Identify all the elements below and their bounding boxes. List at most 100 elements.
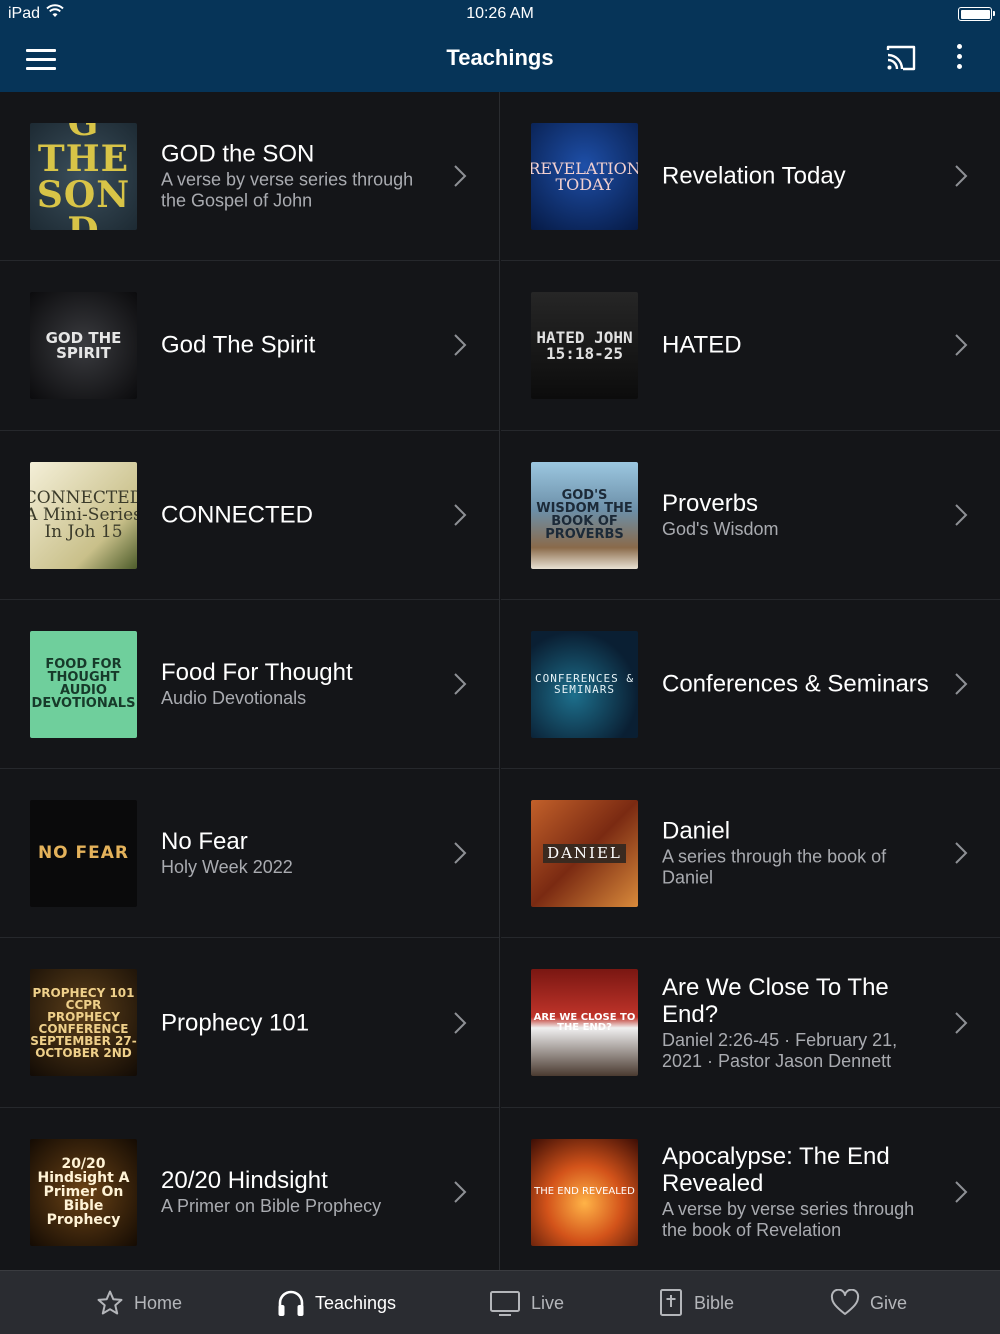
teaching-subtitle: Holy Week 2022 xyxy=(161,857,293,878)
series-artwork: CONNECTED A Mini-Series In Joh 15 xyxy=(30,461,137,569)
teaching-item[interactable]: G THE SON D GOD the SON A verse by verse… xyxy=(0,92,499,262)
teaching-item[interactable]: GOD THE SPIRIT God The Spirit xyxy=(0,261,499,431)
teaching-title: Prophecy 101 xyxy=(161,1009,310,1037)
series-artwork: THE END REVEALED xyxy=(531,1138,638,1246)
teaching-title: CONNECTED xyxy=(161,501,314,529)
teaching-item[interactable]: 20/20 Hindsight A Primer On Bible Prophe… xyxy=(0,1108,499,1278)
teachings-grid: G THE SON D GOD the SON A verse by verse… xyxy=(0,92,1000,1278)
chevron-right-icon xyxy=(955,334,968,357)
tab-bible[interactable]: Bible xyxy=(658,1271,734,1334)
teaching-item[interactable]: CONFERENCES & SEMINARS Conferences & Sem… xyxy=(501,600,1000,770)
series-artwork: GOD'S WISDOM THE BOOK OF PROVERBS xyxy=(531,461,638,569)
status-bar: iPad 10:26 AM xyxy=(0,0,1000,28)
teaching-item[interactable]: FOOD FOR THOUGHT AUDIO DEVOTIONALS Food … xyxy=(0,600,499,770)
chevron-right-icon xyxy=(955,673,968,695)
tab-label: Bible xyxy=(694,1292,735,1313)
artwork-text: GOD THE SPIRIT xyxy=(45,328,122,362)
artwork-text: CONFERENCES & SEMINARS xyxy=(534,672,635,697)
teaching-title: 20/20 Hindsight xyxy=(161,1166,328,1194)
teaching-title: Daniel xyxy=(662,817,731,845)
battery-icon xyxy=(958,7,995,21)
teaching-item[interactable]: DANIEL Daniel A series through the book … xyxy=(501,769,1000,939)
status-time: 10:26 AM xyxy=(466,5,534,22)
artwork-text: CONNECTED A Mini-Series In Joh 15 xyxy=(30,487,137,542)
teaching-subtitle: God's Wisdom xyxy=(662,518,779,539)
tab-label: Give xyxy=(870,1292,908,1313)
chevron-right-icon xyxy=(955,842,968,865)
tab-label: Teachings xyxy=(315,1292,397,1313)
tab-label: Live xyxy=(531,1292,565,1313)
series-artwork: ARE WE CLOSE TO THE END? xyxy=(531,969,638,1077)
teaching-item[interactable]: PROPHECY 101 CCPR PROPHECY CONFERENCE SE… xyxy=(0,938,499,1108)
chevron-right-icon xyxy=(454,673,467,695)
series-artwork: HATED JOHN 15:18-25 xyxy=(531,292,638,400)
chevron-right-icon xyxy=(955,1181,968,1203)
chevron-right-icon xyxy=(955,504,968,526)
chevron-right-icon xyxy=(454,1011,467,1034)
series-artwork: REVELATION TODAY xyxy=(531,123,638,230)
tab-live[interactable]: Live xyxy=(489,1271,564,1334)
artwork-text: NO FEAR xyxy=(37,843,130,864)
tab-give[interactable]: Give xyxy=(830,1271,907,1334)
teaching-subtitle: A series through the book of Daniel xyxy=(662,846,887,888)
artwork-text: ARE WE CLOSE TO THE END? xyxy=(533,1011,636,1033)
teaching-title: God The Spirit xyxy=(161,331,316,359)
artwork-text: DANIEL xyxy=(543,844,626,864)
teaching-item[interactable]: THE END REVEALED Apocalypse: The End Rev… xyxy=(501,1108,1000,1278)
teaching-item[interactable]: REVELATION TODAY Revelation Today xyxy=(501,92,1000,262)
teaching-item[interactable]: ARE WE CLOSE TO THE END? Are We Close To… xyxy=(501,938,1000,1108)
chevron-right-icon xyxy=(955,1011,968,1034)
artwork-text: G THE SON D xyxy=(36,123,131,230)
monitor-icon xyxy=(490,1291,520,1316)
artwork-text: 20/20 Hindsight A Primer On Bible Prophe… xyxy=(37,1156,130,1229)
app-header: iPad 10:26 AM Teachings xyxy=(0,0,1000,92)
teaching-title: Conferences & Seminars xyxy=(662,670,929,698)
teaching-subtitle: Daniel 2:26-45 · February 21, 2021 · Pas… xyxy=(662,1029,898,1071)
chevron-right-icon xyxy=(955,165,968,187)
page-title: Teachings xyxy=(446,45,554,70)
teaching-title: HATED xyxy=(662,331,742,359)
chevron-right-icon xyxy=(454,842,467,865)
chevron-right-icon xyxy=(454,165,467,187)
teaching-subtitle: A verse by verse series through the Gosp… xyxy=(161,169,414,211)
series-artwork: FOOD FOR THOUGHT AUDIO DEVOTIONALS xyxy=(30,630,137,738)
navigation-bar: Teachings xyxy=(0,28,1000,92)
headphones-icon xyxy=(278,1290,304,1316)
series-artwork: NO FEAR xyxy=(30,800,137,908)
teachings-column-right: REVELATION TODAY Revelation Today HATED … xyxy=(501,92,1000,1278)
tab-home[interactable]: Home xyxy=(96,1271,182,1334)
artwork-text: FOOD FOR THOUGHT AUDIO DEVOTIONALS xyxy=(31,657,136,712)
bottom-tab-bar: Home Teachings Live Bible Give xyxy=(0,1270,1000,1334)
heart-icon xyxy=(830,1289,860,1315)
teaching-item[interactable]: HATED JOHN 15:18-25 HATED xyxy=(501,261,1000,431)
series-artwork: 20/20 Hindsight A Primer On Bible Prophe… xyxy=(30,1138,137,1246)
teaching-item[interactable]: GOD'S WISDOM THE BOOK OF PROVERBS Prover… xyxy=(501,431,1000,600)
series-artwork: GOD THE SPIRIT xyxy=(30,292,137,400)
artwork-text: REVELATION TODAY xyxy=(531,158,638,194)
artwork-text: PROPHECY 101 CCPR PROPHECY CONFERENCE SE… xyxy=(30,985,137,1060)
series-artwork: CONFERENCES & SEMINARS xyxy=(531,630,638,738)
teaching-item[interactable]: CONNECTED A Mini-Series In Joh 15 CONNEC… xyxy=(0,431,499,600)
chevron-right-icon xyxy=(454,334,467,357)
teaching-title: Are We Close To The End? xyxy=(662,973,889,1028)
teaching-item[interactable]: NO FEAR No Fear Holy Week 2022 xyxy=(0,769,499,939)
tab-teachings[interactable]: Teachings xyxy=(277,1271,396,1334)
teaching-title: Apocalypse: The End Revealed xyxy=(662,1142,890,1197)
cast-icon[interactable] xyxy=(885,44,917,72)
artwork-text: HATED JOHN 15:18-25 xyxy=(536,327,633,363)
artwork-text: THE END REVEALED xyxy=(534,1186,635,1198)
teaching-subtitle: A Primer on Bible Prophecy xyxy=(161,1195,382,1216)
teaching-title: Food For Thought xyxy=(161,659,353,687)
chevron-right-icon xyxy=(454,1181,467,1203)
bible-icon xyxy=(660,1289,682,1316)
teaching-subtitle: A verse by verse series through the book… xyxy=(662,1198,915,1240)
artwork-text: GOD'S WISDOM THE BOOK OF PROVERBS xyxy=(536,488,633,543)
series-artwork: DANIEL xyxy=(531,800,638,908)
chevron-right-icon xyxy=(454,504,467,526)
teaching-title: GOD the SON xyxy=(161,140,315,168)
more-options-icon[interactable] xyxy=(950,44,968,74)
star-icon xyxy=(97,1290,123,1315)
teaching-subtitle: Audio Devotionals xyxy=(161,688,307,709)
series-artwork: PROPHECY 101 CCPR PROPHECY CONFERENCE SE… xyxy=(30,969,137,1077)
teaching-title: Revelation Today xyxy=(662,162,846,190)
